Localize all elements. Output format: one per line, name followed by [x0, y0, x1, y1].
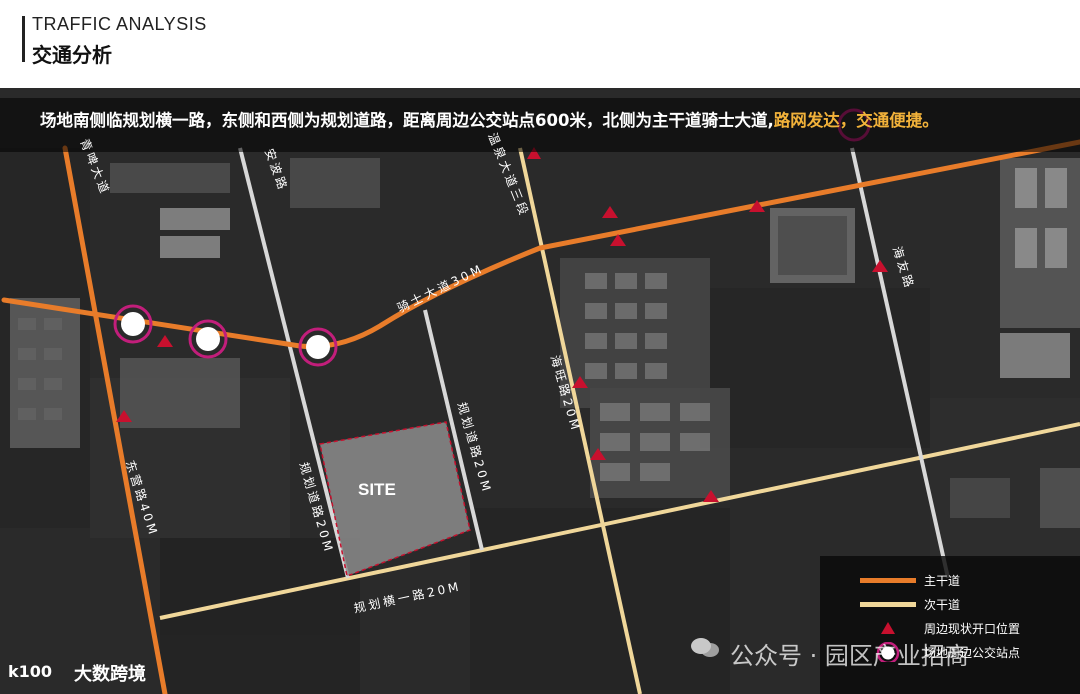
- legend-label: 次干道: [924, 598, 961, 612]
- legend-label: 主干道: [924, 574, 961, 588]
- bus-stop-center: [306, 335, 330, 359]
- map-area[interactable]: 场地南侧临规划横一路，东侧和西侧为规划道路，距离周边公交站点600米，北侧为主干…: [0, 88, 1080, 694]
- legend-item-main-road: 主干道: [860, 570, 1070, 590]
- header: TRAFFIC ANALYSIS 交通分析: [0, 0, 1080, 88]
- caption-main: 场地南侧临规划横一路，东侧和西侧为规划道路，距离周边公交站点600米，北侧为主干…: [40, 111, 774, 130]
- secondary-road-swatch: [860, 602, 916, 607]
- caption-highlight: 路网发达，交通便捷。: [773, 111, 939, 130]
- bus-stop-center: [121, 312, 145, 336]
- opening-triangle-icon: [881, 622, 895, 634]
- wechat-icon: [691, 638, 719, 657]
- legend-label: 周边现状开口位置: [924, 622, 1021, 636]
- main-road-swatch: [860, 578, 916, 583]
- bus-stop-center: [196, 327, 220, 351]
- brand-logo: k100: [8, 662, 53, 681]
- site-label: SITE: [358, 480, 396, 499]
- brand-name: 大数跨境: [74, 664, 146, 685]
- header-title-en: TRAFFIC ANALYSIS: [32, 14, 207, 34]
- legend-item-opening: 周边现状开口位置: [860, 618, 1070, 638]
- watermark-text: 公众号 · 园区产业招商: [730, 642, 969, 670]
- legend: 主干道 次干道 周边现状开口位置 场地周边公交站点: [820, 556, 1080, 694]
- header-accent-bar: [22, 16, 25, 62]
- header-title-zh: 交通分析: [32, 43, 112, 67]
- legend-item-secondary-road: 次干道: [860, 594, 1070, 614]
- caption-text: 场地南侧临规划横一路，东侧和西侧为规划道路，距离周边公交站点600米，北侧为主干…: [40, 107, 939, 131]
